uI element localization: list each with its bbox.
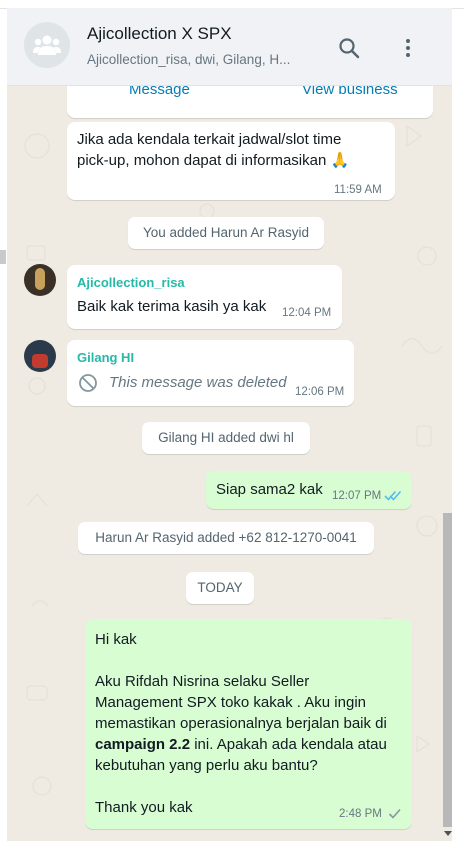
outgoing-message[interactable]: Siap sama2 kak 12:07 PM	[206, 471, 412, 509]
date-divider: TODAY	[186, 572, 254, 604]
message-time: 2:48 PM	[339, 808, 382, 820]
chat-title[interactable]: Ajicollection X SPX	[87, 24, 232, 44]
chat-header[interactable]: Ajicollection X SPX Ajicollection_risa, …	[7, 8, 452, 86]
avatar[interactable]	[24, 340, 56, 372]
message-text-fragment: ini. Apakah ada kendala atau	[190, 736, 387, 753]
message-text-line: memastikan operasionalnya berjalan baik …	[95, 715, 387, 732]
deleted-message-text: This message was deleted	[109, 374, 287, 391]
deleted-icon	[78, 373, 98, 398]
sender-name[interactable]: Gilang HI	[77, 350, 134, 365]
message-text-line: pick-up, mohon dapat di informasikan	[77, 152, 327, 169]
menu-button[interactable]	[396, 36, 420, 60]
message-time: 12:04 PM	[282, 307, 332, 319]
avatar[interactable]	[24, 264, 56, 296]
sender-name[interactable]: Ajicollection_risa	[77, 275, 185, 290]
chat-window: Ajicollection X SPX Ajicollection_risa, …	[7, 8, 452, 841]
incoming-message[interactable]: Ajicollection_risa Baik kak terima kasih…	[67, 265, 342, 329]
outgoing-message[interactable]: Hi kak Aku Rifdah Nisrina selaku Seller …	[85, 619, 412, 829]
incoming-message[interactable]: Gilang HI This message was deleted 12:06…	[67, 340, 354, 406]
message-text: Siap sama2 kak	[216, 481, 323, 498]
double-tick-icon	[384, 489, 402, 507]
message-text-line: Management SPX toko kakak . Aku ingin	[95, 694, 366, 711]
message-time: 11:59 AM	[334, 184, 382, 196]
incoming-message[interactable]: Jika ada kendala terkait jadwal/slot tim…	[67, 122, 395, 200]
window-edge-marker	[0, 250, 6, 264]
view-business-link[interactable]: View business	[302, 86, 398, 98]
search-button[interactable]	[337, 36, 361, 60]
message-time: 12:07 PM	[332, 490, 382, 502]
single-tick-icon	[388, 807, 402, 825]
folded-hands-emoji: 🙏	[330, 152, 350, 169]
message-text-line: kebutuhan yang perlu aku bantu?	[95, 757, 318, 774]
message-link[interactable]: Message	[129, 86, 190, 98]
system-notice: Gilang HI added dwi hl	[142, 422, 310, 454]
business-card-bubble: Message View business	[67, 86, 433, 118]
group-avatar-icon	[33, 35, 61, 55]
group-avatar[interactable]	[24, 22, 70, 68]
message-list[interactable]: Message View business Jika ada kendala t…	[7, 86, 452, 841]
message-text-line: Aku Rifdah Nisrina selaku Seller	[95, 673, 310, 690]
message-time: 12:06 PM	[295, 386, 345, 398]
system-notice: You added Harun Ar Rasyid	[128, 217, 324, 249]
menu-dots-icon	[406, 39, 410, 57]
message-text-line: Jika ada kendala terkait jadwal/slot tim…	[77, 131, 342, 148]
message-text-line: campaign 2.2 ini. Apakah ada kendala ata…	[95, 734, 387, 755]
message-text: Baik kak terima kasih ya kak	[77, 298, 267, 315]
search-icon	[339, 38, 360, 59]
scroll-down-arrow[interactable]	[444, 831, 452, 836]
chat-participants[interactable]: Ajicollection_risa, dwi, Gilang, H...	[87, 52, 290, 67]
message-text-line: Thank you kak	[95, 799, 193, 816]
bold-text: campaign 2.2	[95, 736, 191, 753]
scrollbar-thumb[interactable]	[443, 513, 452, 827]
message-text-line: Hi kak	[95, 631, 137, 648]
system-notice: Harun Ar Rasyid added +62 812-1270-0041	[78, 522, 374, 554]
